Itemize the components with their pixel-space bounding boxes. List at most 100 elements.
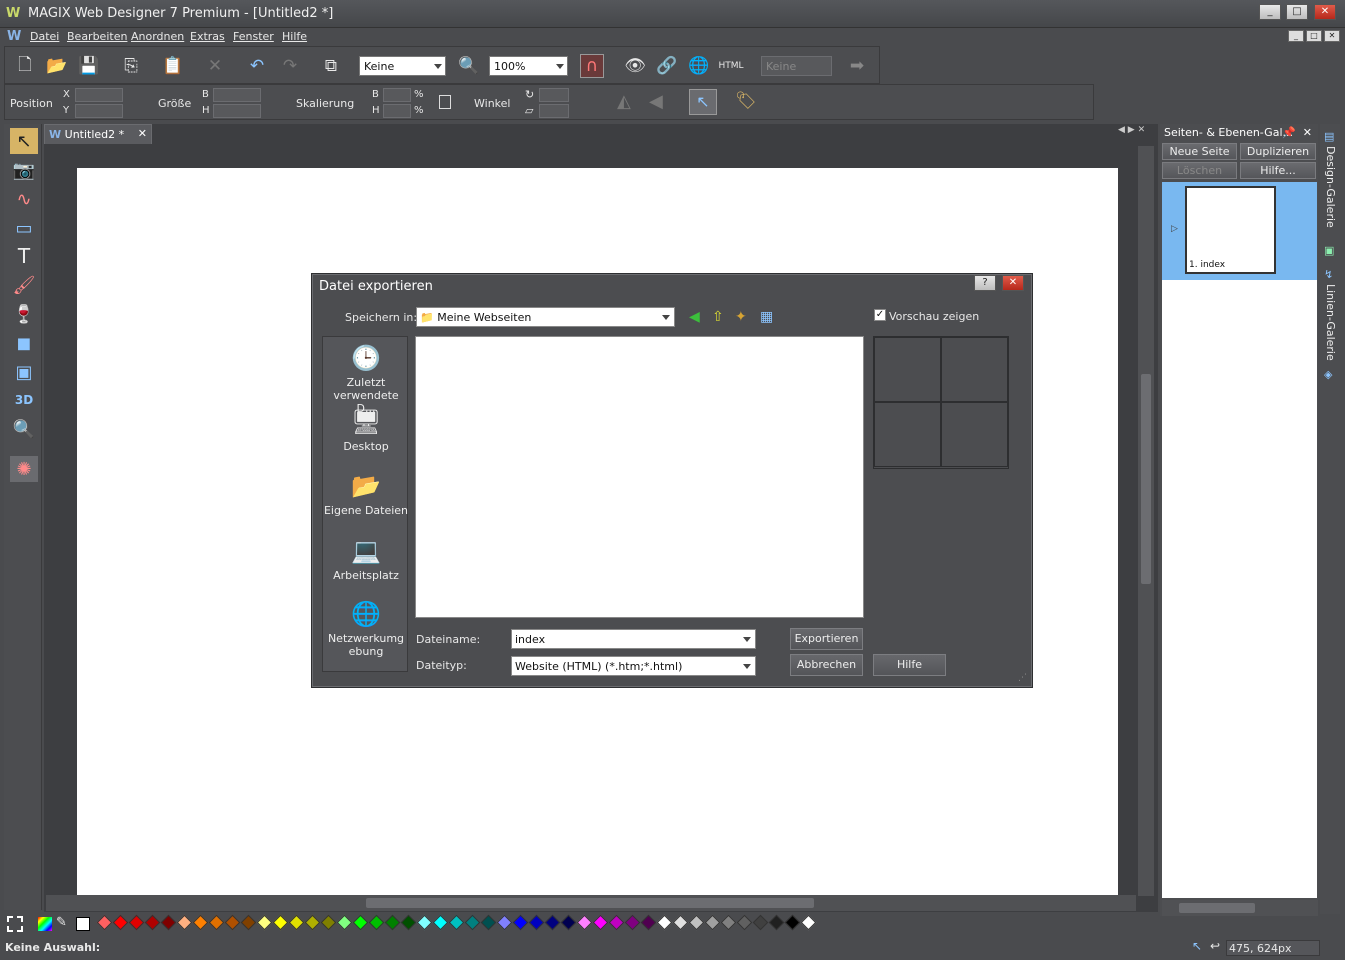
color-swatch[interactable] — [352, 914, 369, 931]
color-swatch[interactable] — [208, 914, 225, 931]
color-swatch[interactable] — [688, 914, 705, 931]
paste-icon[interactable]: 📋 — [161, 54, 185, 78]
no-color-icon[interactable] — [7, 916, 23, 932]
color-swatch[interactable] — [368, 914, 385, 931]
duplicate-button[interactable]: Duplizieren — [1240, 143, 1316, 160]
save-icon[interactable]: 💾 — [77, 54, 101, 78]
color-swatch[interactable] — [656, 914, 673, 931]
menu-anordnen[interactable]: Anordnen — [131, 30, 184, 43]
place-desktop[interactable]: 🖥 Desktop — [323, 407, 409, 453]
position-x-field[interactable] — [75, 88, 123, 102]
gallery-help-button[interactable]: Hilfe... — [1240, 162, 1316, 179]
undo-icon[interactable]: ↶ — [245, 54, 269, 78]
dialog-help-button[interactable]: ? — [974, 275, 996, 291]
new-file-icon[interactable]: 🗋 — [13, 54, 37, 78]
color-swatch[interactable] — [160, 914, 177, 931]
text-tool-icon[interactable]: T — [10, 243, 38, 269]
filename-field[interactable]: index — [511, 629, 756, 649]
menu-hilfe[interactable]: Hilfe — [282, 30, 307, 43]
menu-fenster[interactable]: Fenster — [233, 30, 274, 43]
delete-button[interactable]: Löschen — [1162, 162, 1237, 179]
color-picker-icon[interactable]: ✎ — [56, 915, 67, 930]
filetype-combo[interactable]: Website (HTML) (*.htm;*.html) — [511, 656, 756, 676]
zoom-tool-icon[interactable]: 🔍 — [10, 416, 38, 442]
color-swatch[interactable] — [416, 914, 433, 931]
color-swatch[interactable] — [736, 914, 753, 931]
back-icon[interactable]: ◀ — [689, 309, 700, 325]
pin-icon[interactable]: 📌 — [1282, 126, 1296, 139]
fill-gallery-icon[interactable]: ◈ — [1324, 368, 1332, 381]
color-swatch[interactable] — [256, 914, 273, 931]
color-swatch[interactable] — [400, 914, 417, 931]
design-gallery-tab[interactable]: Design-Galerie — [1324, 146, 1337, 228]
menu-datei[interactable]: Datei — [30, 30, 59, 43]
shadow-tool-icon[interactable]: ◼ — [10, 330, 38, 356]
flip-vertical-icon[interactable]: ◀ — [649, 91, 663, 112]
select-inside-icon[interactable]: ↖ — [689, 89, 717, 115]
horizontal-scroll-thumb[interactable] — [366, 898, 814, 908]
color-swatch[interactable] — [448, 914, 465, 931]
zoom-combo[interactable]: 100% — [489, 56, 568, 76]
minimize-button[interactable]: _ — [1259, 4, 1281, 20]
color-swatch[interactable] — [608, 914, 625, 931]
place-recent[interactable]: 🕒 Zuletzt verwendete D... — [323, 343, 409, 415]
place-network[interactable]: 🌐 Netzwerkumgebung — [323, 599, 409, 658]
page-thumbnail[interactable]: 1. index — [1185, 186, 1276, 274]
delete-icon[interactable]: ✕ — [203, 54, 227, 78]
color-swatch[interactable] — [720, 914, 737, 931]
vertical-scroll-thumb[interactable] — [1141, 374, 1151, 584]
3d-tool-icon[interactable]: 3D — [10, 387, 38, 413]
web-properties-icon[interactable]: 🌐 — [687, 54, 711, 78]
color-swatch[interactable] — [496, 914, 513, 931]
color-swatch[interactable] — [784, 914, 801, 931]
quality-combo[interactable]: Keine — [359, 56, 446, 76]
html-icon[interactable]: HTML — [718, 54, 743, 78]
close-button[interactable]: ✕ — [1314, 4, 1336, 20]
transparency-tool-icon[interactable]: 🍷 — [10, 301, 38, 327]
color-swatch[interactable] — [224, 914, 241, 931]
color-swatch[interactable] — [768, 914, 785, 931]
color-swatch[interactable] — [592, 914, 609, 931]
place-computer[interactable]: 💻 Arbeitsplatz — [323, 536, 409, 582]
size-height-field[interactable] — [213, 104, 261, 118]
color-swatch[interactable] — [672, 914, 689, 931]
help-button[interactable]: Hilfe — [873, 654, 946, 676]
selector-tool-icon[interactable]: ↖ — [10, 128, 38, 154]
rectangle-tool-icon[interactable]: ▭ — [10, 215, 38, 241]
flip-horizontal-icon[interactable]: ◭ — [617, 91, 631, 112]
photo-tool-icon[interactable]: 📷 — [10, 157, 38, 183]
lock-aspect-icon[interactable] — [439, 95, 451, 109]
new-page-button[interactable]: Neue Seite — [1162, 143, 1237, 160]
color-swatch[interactable] — [640, 914, 657, 931]
tab-close-icon[interactable]: ✕ — [138, 127, 147, 140]
line-gallery-tab[interactable]: Linien-Galerie — [1324, 284, 1337, 361]
scale-height-field[interactable] — [383, 104, 411, 118]
transform-icon[interactable]: ⧉ — [319, 54, 343, 78]
color-swatch[interactable] — [560, 914, 577, 931]
cancel-button[interactable]: Abbrechen — [790, 654, 863, 676]
tab-scroll-icons[interactable]: ◀ ▶ ✕ — [1118, 125, 1145, 135]
view-menu-icon[interactable]: ▦ — [760, 309, 773, 325]
up-folder-icon[interactable]: ⇧ — [712, 309, 724, 325]
color-swatch[interactable] — [304, 914, 321, 931]
color-swatch[interactable] — [576, 914, 593, 931]
fill-tool-icon[interactable]: 🖌 — [10, 272, 38, 298]
link-target-combo[interactable]: Keine — [761, 56, 832, 76]
color-swatch[interactable] — [336, 914, 353, 931]
gallery-hscroll-thumb[interactable] — [1179, 903, 1255, 913]
mdi-minimize-button[interactable]: _ — [1288, 30, 1304, 42]
expand-arrow-icon[interactable]: ▷ — [1171, 224, 1178, 234]
snap-magnet-icon[interactable]: ∩ — [580, 54, 604, 78]
color-swatch[interactable] — [272, 914, 289, 931]
size-width-field[interactable] — [213, 88, 261, 102]
open-folder-icon[interactable]: 📂 — [45, 54, 69, 78]
color-swatch[interactable] — [128, 914, 145, 931]
color-swatch[interactable] — [544, 914, 561, 931]
zoom-icon[interactable]: 🔍 — [457, 54, 481, 78]
color-swatch[interactable] — [144, 914, 161, 931]
live-effects-tool-icon[interactable]: ✺ — [10, 456, 38, 482]
mdi-close-button[interactable]: ✕ — [1324, 30, 1340, 42]
color-swatch[interactable] — [288, 914, 305, 931]
preview-checkbox[interactable]: ✓ — [874, 309, 886, 321]
color-swatch[interactable] — [96, 914, 113, 931]
